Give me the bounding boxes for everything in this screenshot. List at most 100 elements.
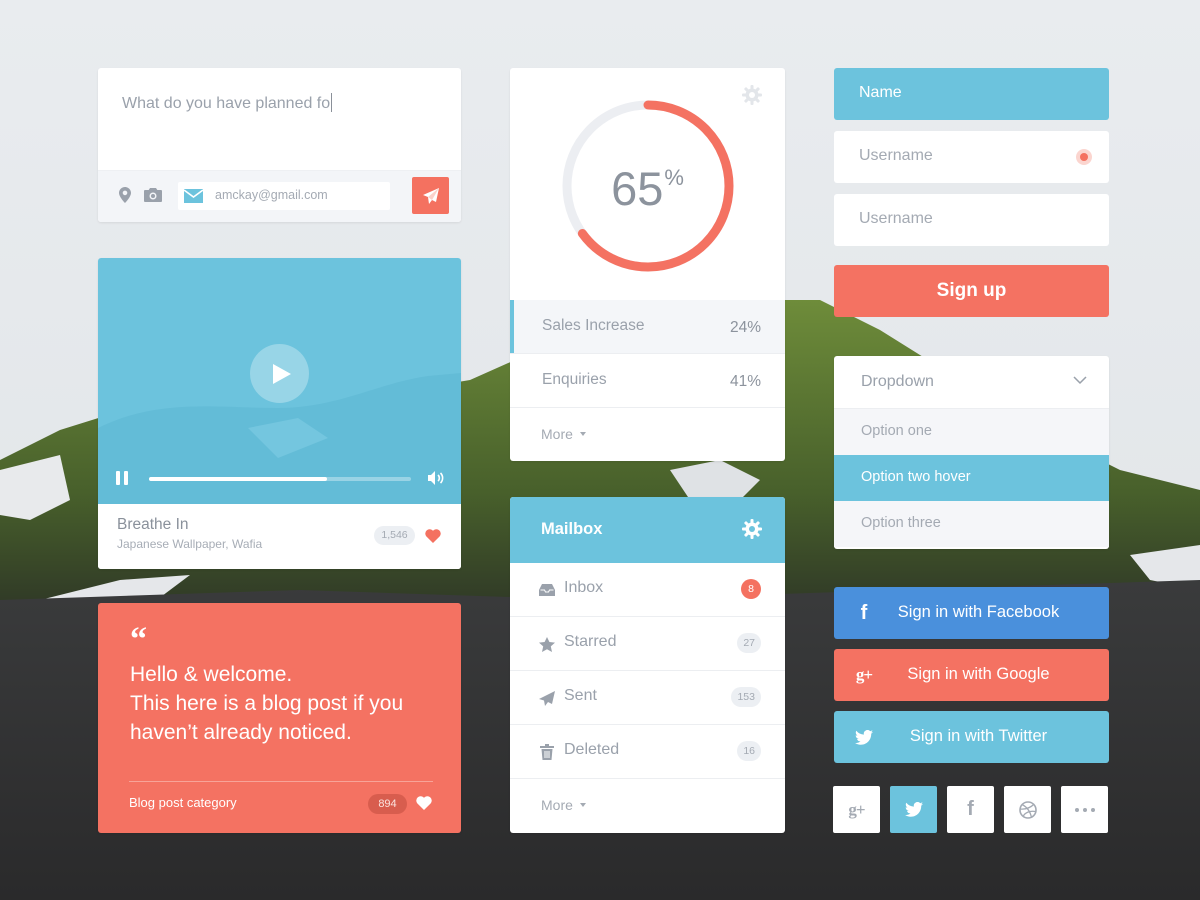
unread-badge: 8 (741, 579, 761, 599)
username-field[interactable]: Username (834, 131, 1109, 183)
dropdown-option[interactable]: Option three (834, 501, 1109, 547)
option-label: Option three (861, 515, 941, 531)
pause-button[interactable] (116, 471, 129, 490)
dropdown-option-hovered[interactable]: Option two hover (834, 455, 1109, 501)
quote-line: This here is a blog post if you haven’t … (130, 692, 404, 744)
caret-down-icon (579, 803, 586, 807)
mailbox-item-label: Sent (564, 687, 597, 704)
play-icon (272, 363, 291, 384)
mailbox-item-inbox[interactable]: Inbox 8 (510, 563, 785, 617)
error-indicator-icon (1076, 149, 1092, 165)
mailbox-title: Mailbox (541, 520, 603, 538)
dropdown-option[interactable]: Option one (834, 409, 1109, 455)
count-badge: 27 (737, 633, 761, 653)
twitter-signin-button[interactable]: Sign in with Twitter (834, 711, 1109, 763)
dropdown-toggle[interactable]: Dropdown (834, 356, 1109, 409)
play-button[interactable] (250, 344, 309, 403)
post-composer: What do you have planned fo amckay@gmail… (98, 68, 461, 222)
location-pin-icon[interactable] (119, 187, 131, 208)
more-button[interactable]: More (510, 408, 785, 460)
gear-icon[interactable] (742, 519, 762, 544)
video-subtitle: Japanese Wallpaper, Wafia (117, 537, 263, 551)
stat-value: 41% (729, 373, 761, 390)
divider (129, 781, 433, 782)
mailbox-header: Mailbox (510, 497, 785, 563)
mailbox-list: Inbox 8 Starred 27 Sent 153 Deleted 16 M… (510, 563, 785, 831)
username-placeholder: Username (859, 147, 933, 164)
count-badge: 153 (731, 687, 761, 707)
signup-button[interactable]: Sign up (834, 265, 1109, 317)
stats-list: Sales Increase 24% Enquiries 41% More (510, 300, 785, 460)
more-share-button[interactable] (1061, 786, 1108, 833)
composer-toolbar: amckay@gmail.com (98, 170, 461, 222)
heart-icon[interactable] (425, 529, 441, 548)
stat-value: 24% (729, 319, 761, 336)
heart-icon[interactable] (416, 796, 432, 815)
caret-down-icon (579, 432, 586, 436)
blog-quote-card: “ Hello & welcome. This here is a blog p… (98, 603, 461, 833)
stat-row[interactable]: Enquiries 41% (510, 354, 785, 408)
google-signin-button[interactable]: g+ Sign in with Google (834, 649, 1109, 701)
quote-mark-icon: “ (130, 621, 147, 658)
facebook-share-button[interactable]: f (947, 786, 994, 833)
username-placeholder: Username (859, 210, 933, 227)
twitter-share-button[interactable] (890, 786, 937, 833)
trash-icon (538, 743, 556, 761)
dropdown: Dropdown Option one Option two hover Opt… (834, 356, 1109, 549)
pause-icon (116, 471, 128, 485)
button-label: Sign in with Facebook (897, 603, 1060, 621)
composer-textarea[interactable]: What do you have planned fo (122, 93, 333, 113)
button-label: Sign in with Twitter (909, 727, 1048, 745)
like-count: 1,546 (374, 526, 415, 545)
google-plus-share-button[interactable]: g+ (833, 786, 880, 833)
envelope-icon (183, 189, 204, 206)
progress-stats-card: 65% Sales Increase 24% Enquiries 41% Mor… (510, 68, 785, 461)
button-label: Sign in with Google (907, 665, 1050, 683)
more-label: More (541, 797, 586, 813)
stat-row[interactable]: Sales Increase 24% (510, 300, 785, 354)
paper-plane-icon (422, 187, 439, 204)
facebook-icon: f (967, 798, 974, 820)
email-value: amckay@gmail.com (215, 188, 328, 202)
video-screen[interactable] (98, 258, 461, 504)
dribbble-share-button[interactable] (1004, 786, 1051, 833)
star-icon (538, 635, 556, 653)
more-button[interactable]: More (510, 779, 785, 831)
send-button[interactable] (412, 177, 449, 214)
video-info: Breathe In Japanese Wallpaper, Wafia 1,5… (98, 504, 461, 569)
video-progress-fill (149, 477, 328, 481)
option-label: Option two hover (861, 469, 971, 485)
mailbox-item-starred[interactable]: Starred 27 (510, 617, 785, 671)
stat-label: Sales Increase (542, 317, 645, 334)
volume-icon (428, 471, 444, 485)
dropdown-label: Dropdown (861, 373, 934, 390)
quote-body: Hello & welcome. This here is a blog pos… (130, 660, 430, 747)
count-badge: 16 (737, 741, 761, 761)
stat-label: Enquiries (542, 371, 607, 388)
twitter-icon (904, 802, 923, 817)
camera-icon[interactable] (144, 188, 162, 207)
quote-line: Hello & welcome. (130, 663, 293, 686)
more-label: More (541, 426, 586, 442)
blog-category-link[interactable]: Blog post category (129, 795, 237, 810)
facebook-signin-button[interactable]: f Sign in with Facebook (834, 587, 1109, 639)
inbox-icon (538, 581, 556, 599)
video-progress-bar[interactable] (149, 477, 411, 481)
dribbble-icon (1018, 800, 1037, 819)
mailbox-item-sent[interactable]: Sent 153 (510, 671, 785, 725)
like-count: 894 (368, 794, 407, 814)
mailbox-item-label: Deleted (564, 741, 620, 758)
video-player: Breathe In Japanese Wallpaper, Wafia 1,5… (98, 258, 461, 569)
mailbox-card: Mailbox Inbox 8 Starred 27 Sent 153 Dele… (510, 497, 785, 833)
video-title: Breathe In (117, 516, 189, 533)
name-field[interactable]: Name (834, 68, 1109, 120)
volume-button[interactable] (428, 471, 444, 490)
progress-value: 65% (611, 162, 684, 215)
option-label: Option one (861, 423, 932, 439)
mailbox-item-deleted[interactable]: Deleted 16 (510, 725, 785, 779)
username-field[interactable]: Username (834, 194, 1109, 246)
gear-icon[interactable] (742, 85, 762, 110)
email-field[interactable]: amckay@gmail.com (178, 182, 390, 210)
chevron-down-icon (1073, 376, 1087, 385)
google-plus-icon: g+ (848, 799, 865, 819)
